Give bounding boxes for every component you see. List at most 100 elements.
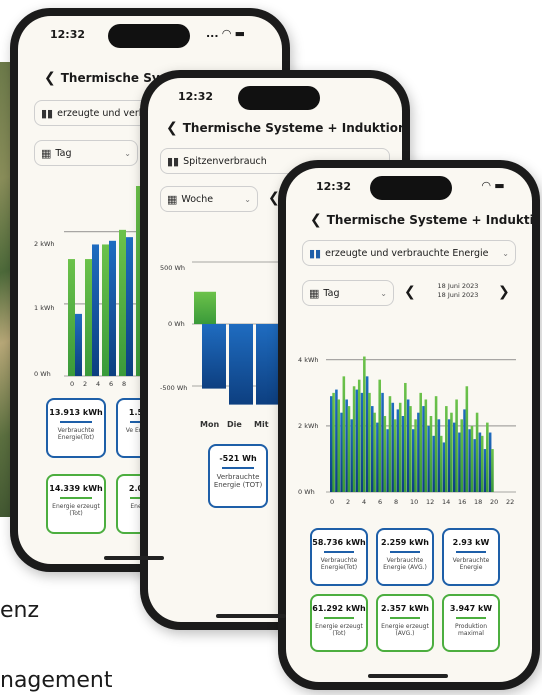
y-tick-label: 0 Wh bbox=[298, 488, 315, 496]
back-arrow-icon[interactable]: ❮ bbox=[166, 120, 178, 136]
stat-label: Verbrauchte Energie(Tot) bbox=[320, 557, 358, 571]
next-date-arrow-icon[interactable]: ❯ bbox=[498, 284, 510, 300]
page-title[interactable]: ❮ Thermische Systeme + Induktion bbox=[166, 120, 402, 136]
stat-card: 14.339 kWh Energie erzeugt (Tot) bbox=[46, 474, 106, 534]
dynamic-island bbox=[370, 176, 452, 200]
bar-produced bbox=[357, 379, 361, 492]
bar-produced bbox=[465, 386, 469, 492]
home-indicator bbox=[368, 674, 448, 678]
stat-label: Produktion maximal bbox=[454, 623, 488, 637]
stat-label: Energie erzeugt (Tot) bbox=[52, 503, 100, 517]
bar-produced bbox=[383, 416, 387, 492]
stat-label: Energie erzeugt (AVG.) bbox=[381, 623, 429, 637]
bar-consumed bbox=[458, 432, 461, 492]
bar-produced bbox=[409, 406, 412, 492]
stat-value: 61.292 kWh bbox=[312, 604, 366, 613]
period-select[interactable]: ▦ Tag ⌄ bbox=[302, 280, 394, 306]
x-tick-label: 8 bbox=[394, 498, 398, 506]
divider bbox=[390, 551, 420, 553]
stat-label: Verbrauchte Energie bbox=[452, 557, 490, 571]
x-tick-label: 12 bbox=[426, 498, 434, 506]
bar-produced bbox=[363, 356, 366, 492]
stat-card: 58.736 kWh Verbrauchte Energie(Tot) bbox=[310, 528, 368, 586]
bar-consumed bbox=[488, 432, 492, 492]
bar-produced bbox=[352, 386, 356, 492]
bar-segment-negative bbox=[256, 324, 280, 405]
bar-consumed bbox=[412, 429, 415, 492]
bar-produced bbox=[347, 406, 351, 492]
bar-chart: 4 kWh 2 kWh 0 Wh 0 2 4 6 8 10 12 14 16 18 20 22 bbox=[298, 356, 516, 506]
divider bbox=[390, 617, 420, 619]
background-text-1: enz bbox=[0, 598, 40, 623]
bar-consumed bbox=[453, 422, 456, 492]
bar-produced bbox=[450, 412, 453, 492]
bar-produced bbox=[68, 259, 75, 376]
period-select[interactable]: ▦ Woche ⌄ bbox=[160, 186, 258, 212]
x-tick-label: 2 bbox=[83, 380, 88, 388]
stat-value: 14.339 kWh bbox=[49, 484, 103, 493]
bar-produced bbox=[368, 392, 371, 492]
stat-value: 13.913 kWh bbox=[49, 408, 103, 417]
stat-card: 2.259 kWh Verbrauchte Energie (AVG.) bbox=[376, 528, 434, 586]
phone-3: 12:32 ◠ ▬ ❮ Thermische Systeme + Induktio… bbox=[278, 160, 540, 690]
status-icons: ... ◠ ▬ bbox=[206, 27, 246, 40]
bar-produced bbox=[419, 392, 422, 492]
stat-card: 3.947 kW Produktion maximal bbox=[442, 594, 500, 652]
period-select[interactable]: ▦ Tag ⌄ bbox=[34, 140, 138, 166]
bar-consumed bbox=[371, 406, 374, 492]
bar-produced bbox=[455, 399, 458, 492]
bar-produced bbox=[460, 419, 463, 492]
metric-select[interactable]: ▮▮ erzeugte und verbrauchte Energie ⌄ bbox=[302, 240, 516, 266]
bar-consumed bbox=[422, 406, 425, 492]
divider bbox=[456, 617, 486, 619]
bar-produced bbox=[429, 416, 433, 492]
calendar-icon: ▦ bbox=[167, 192, 178, 206]
bar-consumed bbox=[126, 237, 133, 376]
stat-label: Energie erzeugt (Tot) bbox=[315, 623, 363, 637]
x-tick-label: 0 bbox=[330, 498, 334, 506]
bar-produced bbox=[434, 396, 438, 492]
stat-card: 2.357 kWh Energie erzeugt (AVG.) bbox=[376, 594, 434, 652]
bar-consumed bbox=[330, 396, 333, 492]
bar-consumed bbox=[350, 419, 354, 492]
x-tick-label: 16 bbox=[458, 498, 466, 506]
status-time: 12:32 bbox=[50, 28, 86, 41]
bar-consumed bbox=[75, 313, 82, 376]
bar-produced bbox=[414, 419, 417, 492]
home-indicator bbox=[216, 614, 286, 618]
bar-produced bbox=[85, 259, 92, 376]
bar-produced bbox=[470, 425, 474, 492]
bar-consumed bbox=[401, 416, 405, 492]
stat-label: Verbrauchte Energie(Tot) bbox=[57, 427, 95, 441]
stat-value: 58.736 kWh bbox=[312, 538, 366, 547]
bar-consumed bbox=[355, 389, 359, 492]
y-label: -500 Wh bbox=[160, 384, 188, 392]
stat-value: 3.947 kW bbox=[449, 604, 493, 613]
stat-value: 2.93 kW bbox=[452, 538, 490, 547]
prev-date-arrow-icon[interactable]: ❮ bbox=[404, 284, 416, 300]
y-label: 1 kWh bbox=[34, 304, 55, 312]
stat-card: -521 Wh Verbrauchte Energie (TOT) bbox=[208, 444, 268, 508]
bar-consumed bbox=[381, 392, 384, 492]
bar-produced bbox=[475, 412, 479, 492]
chevron-down-icon: ⌄ bbox=[244, 194, 251, 204]
back-arrow-icon[interactable]: ❮ bbox=[44, 70, 56, 86]
bar-produced bbox=[393, 419, 397, 492]
bar-consumed bbox=[406, 399, 410, 492]
y-tick-label: 2 kWh bbox=[298, 422, 319, 430]
bar-consumed bbox=[432, 435, 436, 492]
divider bbox=[324, 617, 354, 619]
bar-produced bbox=[388, 396, 392, 492]
back-arrow-icon[interactable]: ❮ bbox=[310, 212, 322, 228]
bar-consumed bbox=[442, 442, 446, 492]
y-label: 0 Wh bbox=[34, 370, 51, 378]
stat-label: Verbrauchte Energie (AVG.) bbox=[383, 557, 427, 571]
bar-produced bbox=[378, 379, 381, 492]
status-time: 12:32 bbox=[178, 90, 214, 103]
page-title[interactable]: ❮ Thermische Systeme + Induktion bbox=[310, 212, 532, 228]
bar-produced bbox=[486, 422, 489, 492]
bar-consumed bbox=[447, 419, 451, 492]
bar-consumed bbox=[473, 439, 477, 492]
bar-consumed bbox=[386, 429, 389, 492]
bar-produced bbox=[342, 376, 346, 492]
